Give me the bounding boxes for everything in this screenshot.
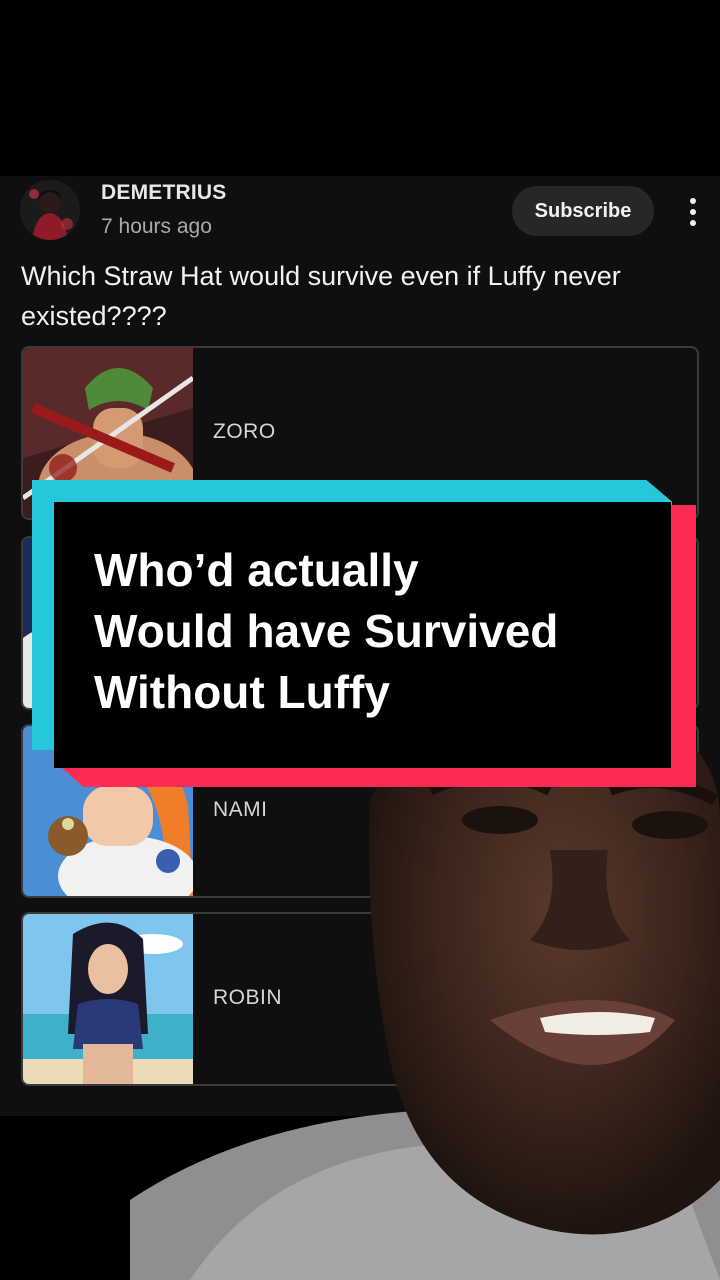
avatar[interactable] [20,180,80,240]
subscribe-button[interactable]: Subscribe [512,186,654,236]
author-name[interactable]: DEMETRIUS [101,181,226,205]
post-timestamp: 7 hours ago [101,215,212,238]
caption-line-1: Who’d actually [94,544,419,596]
caption-line-2: Would have Survived [94,605,559,657]
caption-line-3: Without Luffy [94,666,390,718]
poll-question: Which Straw Hat would survive even if Lu… [21,261,621,331]
option-label: ZORO [213,420,276,443]
top-black-bar [0,0,720,176]
more-vertical-icon[interactable] [682,192,704,232]
caption-text: Who’d actually Would have Survived Witho… [94,540,664,723]
